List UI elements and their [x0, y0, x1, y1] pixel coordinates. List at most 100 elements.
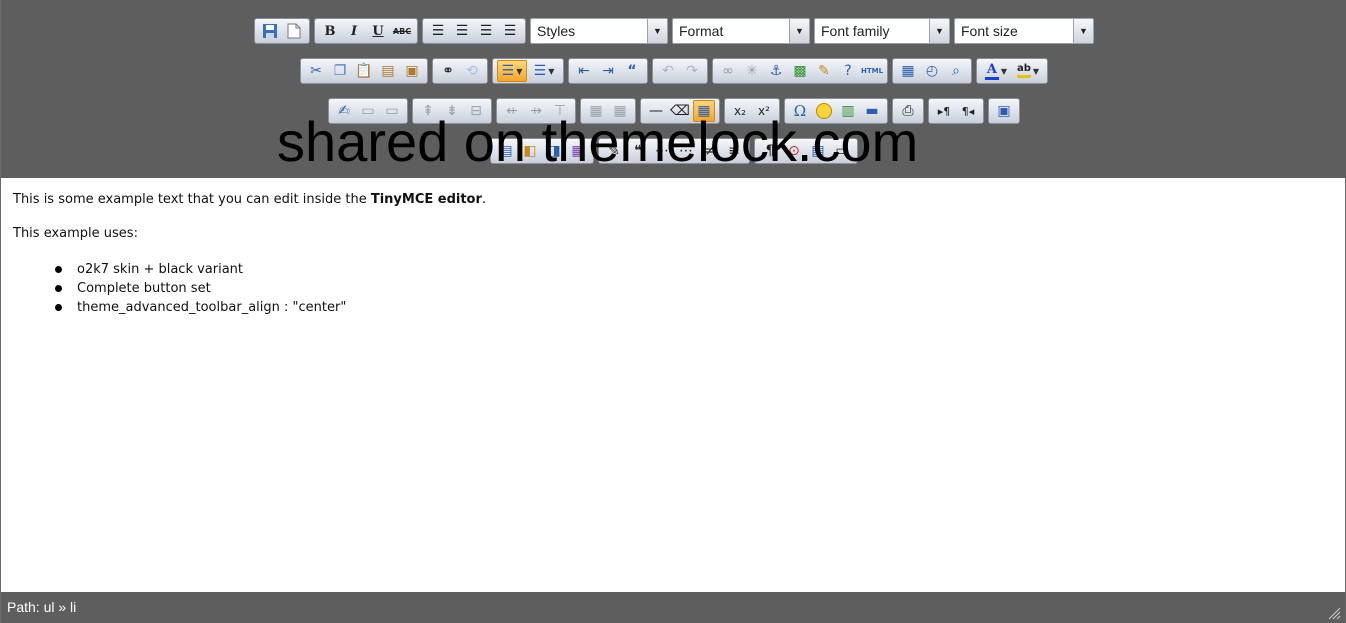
html-source-button[interactable]: HTML — [861, 60, 883, 82]
replace-button[interactable]: ⟲ — [461, 60, 483, 82]
link-group: ∞ ✳ ⚓ ▩ ✎ ? HTML — [712, 58, 888, 84]
format-select[interactable]: Format ▼ — [672, 18, 810, 44]
insert-date-button[interactable]: ▦ — [897, 60, 919, 82]
blockquote-button[interactable]: “ — [621, 60, 643, 82]
font-family-select[interactable]: Font family ▼ — [814, 18, 950, 44]
bullet-list-icon: ☰ — [501, 63, 515, 79]
content-bullet-list: o2k7 skin + black variant Complete butto… — [13, 260, 1333, 317]
paragraph-1-suffix: . — [481, 192, 487, 207]
clock-icon: ◴ — [925, 63, 939, 79]
strikethrough-button[interactable]: ABC — [391, 20, 413, 42]
styles-select-value: Styles — [537, 23, 576, 39]
paste-word-button[interactable]: ▣ — [401, 60, 423, 82]
chevron-down-icon[interactable]: ▼ — [1073, 19, 1093, 43]
align-left-button[interactable]: ☰ — [427, 20, 449, 42]
list-item: theme_advanced_toolbar_align : "center" — [55, 298, 1333, 317]
cut-button[interactable]: ✂ — [305, 60, 327, 82]
find-button[interactable]: ⚭ — [437, 60, 459, 82]
numbered-list-icon: ☰ — [533, 63, 547, 79]
chevron-down-icon: ▼ — [1032, 66, 1040, 76]
align-justify-icon: ☰ — [503, 23, 517, 39]
undo-button[interactable]: ↶ — [657, 60, 679, 82]
paste-text-icon: ▤ — [381, 63, 395, 79]
watermark-text: shared on themelock.com — [277, 110, 919, 173]
cleanup-button[interactable]: ✎ — [813, 60, 835, 82]
file-group — [254, 18, 310, 44]
insert-datetime-group: ▦ ◴ ⌕ — [892, 58, 972, 84]
rtl-button[interactable]: ¶◂ — [957, 100, 979, 122]
redo-button[interactable]: ↷ — [681, 60, 703, 82]
styles-select[interactable]: Styles ▼ — [530, 18, 668, 44]
link-button[interactable]: ∞ — [717, 60, 739, 82]
text-color-icon: A — [984, 61, 999, 80]
underline-label: U — [372, 23, 384, 39]
calendar-icon: ▦ — [901, 63, 915, 79]
align-justify-button[interactable]: ☰ — [499, 20, 521, 42]
toolbar-row-2: ✂ ❐ 📋 ▤ ▣ ⚭ ⟲ ☰ ▼ ☰ ▼ ⇤ ⇥ “ ↶ ↷ ∞ ✳ ⚓ ▩ … — [1, 57, 1346, 85]
fullscreen-icon: ▣ — [997, 103, 1011, 119]
chevron-down-icon[interactable]: ▼ — [789, 19, 809, 43]
broom-icon: ✎ — [818, 63, 830, 79]
undo-icon: ↶ — [662, 63, 674, 79]
floppy-icon — [263, 24, 277, 38]
outdent-button[interactable]: ⇤ — [573, 60, 595, 82]
new-page-icon — [287, 23, 301, 39]
unlink-icon: ✳ — [746, 63, 758, 79]
toolbar-row-1: B I U ABC ☰ ☰ ☰ ☰ Styles ▼ Format ▼ Font… — [1, 17, 1346, 45]
content-paragraph-1: This is some example text that you can e… — [13, 192, 1333, 207]
align-left-icon: ☰ — [431, 23, 445, 39]
preview-button[interactable]: ⌕ — [945, 60, 967, 82]
anchor-button[interactable]: ⚓ — [765, 60, 787, 82]
highlight-swatch — [1016, 75, 1031, 78]
chevron-down-icon[interactable]: ▼ — [647, 19, 667, 43]
path-breadcrumb: Path: ul » li — [7, 599, 77, 615]
strikethrough-label: ABC — [392, 26, 412, 36]
list-item: Complete button set — [55, 279, 1333, 298]
list-item: o2k7 skin + black variant — [55, 260, 1333, 279]
ltr-button[interactable]: ▸¶ — [933, 100, 955, 122]
bold-button[interactable]: B — [319, 20, 341, 42]
color-group: A ▼ ab ▼ — [976, 58, 1048, 84]
history-group: ↶ ↷ — [652, 58, 708, 84]
anchor-icon: ⚓ — [769, 63, 783, 79]
link-icon: ∞ — [722, 63, 734, 79]
align-group: ☰ ☰ ☰ ☰ — [422, 18, 526, 44]
replace-icon: ⟲ — [466, 63, 478, 79]
indent-button[interactable]: ⇥ — [597, 60, 619, 82]
text-style-group: B I U ABC — [314, 18, 418, 44]
numbered-list-button[interactable]: ☰ ▼ — [529, 60, 559, 82]
chevron-down-icon: ▼ — [1000, 66, 1008, 76]
chevron-down-icon[interactable]: ▼ — [929, 19, 949, 43]
unlink-button[interactable]: ✳ — [741, 60, 763, 82]
help-button[interactable]: ? — [837, 60, 859, 82]
editor-content-area[interactable]: This is some example text that you can e… — [1, 178, 1345, 592]
font-size-select[interactable]: Font size ▼ — [954, 18, 1094, 44]
text-color-button[interactable]: A ▼ — [981, 60, 1011, 82]
format-select-value: Format — [679, 23, 724, 39]
save-button[interactable] — [259, 20, 281, 42]
align-right-button[interactable]: ☰ — [475, 20, 497, 42]
search-group: ⚭ ⟲ — [432, 58, 488, 84]
fullscreen-button[interactable]: ▣ — [993, 100, 1015, 122]
align-center-button[interactable]: ☰ — [451, 20, 473, 42]
scissors-icon: ✂ — [310, 63, 322, 79]
insert-time-button[interactable]: ◴ — [921, 60, 943, 82]
highlight-label: ab — [1016, 63, 1031, 74]
italic-button[interactable]: I — [343, 20, 365, 42]
underline-button[interactable]: U — [367, 20, 389, 42]
bullet-list-button[interactable]: ☰ ▼ — [497, 60, 527, 82]
highlight-color-button[interactable]: ab ▼ — [1013, 60, 1043, 82]
highlight-icon: ab — [1016, 63, 1031, 78]
text-color-label: A — [986, 61, 997, 77]
italic-label: I — [350, 23, 358, 39]
binoculars-icon: ⚭ — [442, 63, 454, 79]
resize-handle-icon[interactable] — [1327, 606, 1341, 620]
content-paragraph-2: This example uses: — [13, 226, 138, 241]
image-button[interactable]: ▩ — [789, 60, 811, 82]
font-family-select-value: Font family — [821, 23, 890, 39]
tinymce-editor: B I U ABC ☰ ☰ ☰ ☰ Styles ▼ Format ▼ Font… — [0, 0, 1346, 623]
paste-button[interactable]: 📋 — [353, 60, 375, 82]
new-document-button[interactable] — [283, 20, 305, 42]
paste-text-button[interactable]: ▤ — [377, 60, 399, 82]
copy-button[interactable]: ❐ — [329, 60, 351, 82]
